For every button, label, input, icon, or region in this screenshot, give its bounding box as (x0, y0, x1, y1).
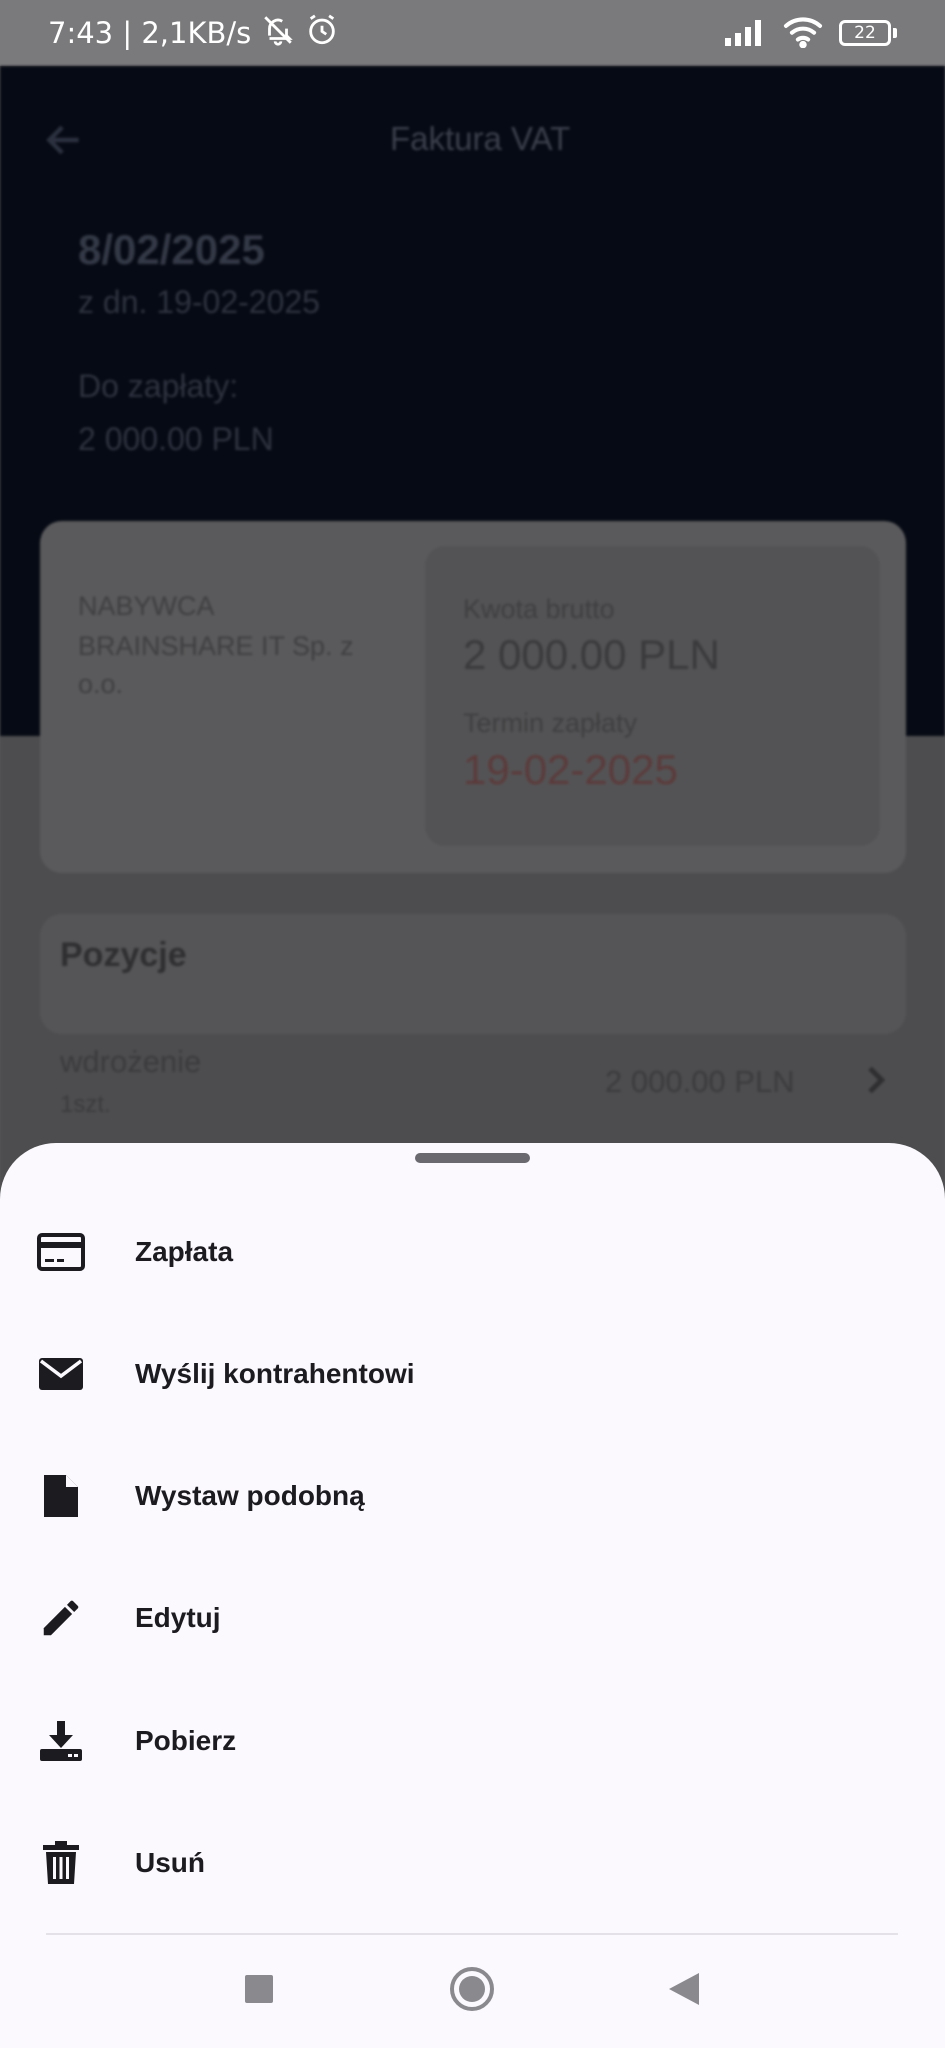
recents-square-icon[interactable] (229, 1959, 289, 2019)
due-label: Do zapłaty: (78, 368, 239, 404)
positions-title: Pozycje (60, 936, 187, 974)
menu-label-payment: Zapłata (135, 1236, 234, 1267)
position-amount: 2 000.00 PLN (605, 1064, 795, 1099)
gross-value: 2 000.00 PLN (463, 631, 720, 678)
chevron-right-icon (855, 1058, 895, 1107)
download-icon (36, 1716, 86, 1766)
menu-item-download[interactable]: Pobierz (0, 1680, 945, 1802)
alarm-icon (305, 13, 339, 54)
menu-item-edit[interactable]: Edytuj (0, 1557, 945, 1679)
buyer-label: NABYWCA (78, 591, 215, 621)
deadline-value: 19-02-2025 (463, 746, 678, 793)
gross-label: Kwota brutto (463, 594, 615, 624)
trash-icon (36, 1838, 86, 1888)
invoice-date: z dn. 19-02-2025 (78, 284, 320, 320)
status-time: 7:43 | 2,1KB/s (48, 16, 252, 50)
actions-bottom-sheet: Zapłata Wyślij kontrahentowi Wystaw podo… (0, 1143, 945, 2048)
credit-card-icon (36, 1227, 86, 1277)
status-left: 7:43 | 2,1KB/s (48, 13, 339, 54)
buyer-name-line1: BRAINSHARE IT Sp. z (78, 631, 354, 661)
status-bar: 7:43 | 2,1KB/s 22 (0, 0, 945, 66)
document-icon (36, 1471, 86, 1521)
buyer-name-line2: o.o. (78, 669, 124, 699)
signal-icon (723, 16, 767, 51)
menu-label-issue-similar: Wystaw podobną (135, 1480, 365, 1511)
menu-label-send: Wyślij kontrahentowi (135, 1358, 415, 1389)
menu-item-send-to-contractor[interactable]: Wyślij kontrahentowi (0, 1313, 945, 1435)
position-qty: 1szt. (60, 1091, 111, 1118)
invoice-number: 8/02/2025 (78, 226, 265, 273)
amount-card (425, 546, 880, 846)
header-title: Faktura VAT (390, 120, 571, 157)
menu-item-delete[interactable]: Usuń (0, 1802, 945, 1924)
email-icon (36, 1349, 86, 1399)
menu-label-download: Pobierz (135, 1725, 237, 1756)
due-amount: 2 000.00 PLN (78, 421, 274, 457)
home-circle-icon[interactable] (442, 1959, 502, 2019)
back-arrow-icon (42, 118, 86, 167)
menu-label-delete: Usuń (135, 1847, 205, 1878)
status-right: 22 (723, 14, 897, 53)
battery-icon: 22 (839, 20, 897, 46)
position-name: wdrożenie (60, 1044, 202, 1079)
menu-item-issue-similar[interactable]: Wystaw podobną (0, 1435, 945, 1557)
background-invoice-screen: Faktura VAT 8/02/2025 z dn. 19-02-2025 D… (0, 66, 945, 1236)
bell-off-icon (261, 13, 295, 54)
drag-handle[interactable] (415, 1153, 530, 1163)
pencil-icon (36, 1593, 86, 1643)
wifi-icon (781, 14, 825, 53)
back-triangle-icon[interactable] (654, 1959, 714, 2019)
system-nav-bar (0, 1935, 945, 2048)
deadline-label: Termin zapłaty (463, 708, 638, 738)
menu-item-payment[interactable]: Zapłata (0, 1191, 945, 1313)
menu-label-edit: Edytuj (135, 1602, 221, 1633)
battery-level: 22 (839, 20, 891, 46)
